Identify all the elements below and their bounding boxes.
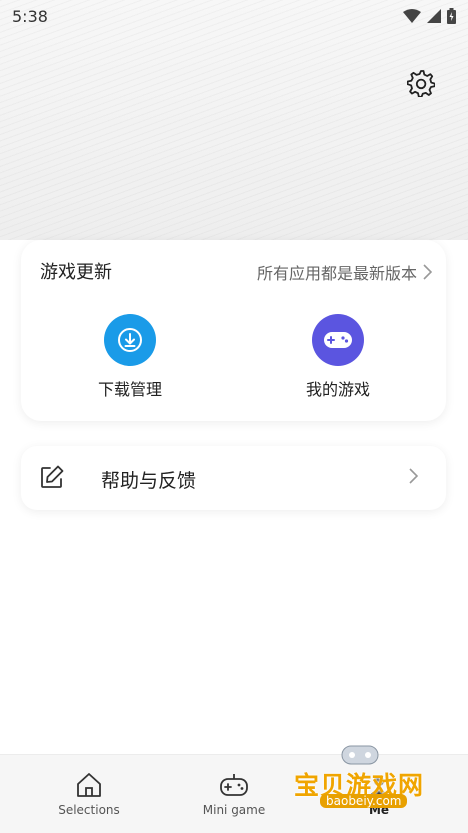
help-feedback-label: 帮助与反馈 xyxy=(101,470,197,492)
my-games-icon-circle xyxy=(312,314,364,366)
download-icon-circle xyxy=(104,314,156,366)
status-icons xyxy=(403,8,456,24)
home-icon xyxy=(77,773,101,797)
watermark-logo: 宝贝游戏网 baobeiy.com xyxy=(292,742,442,828)
battery-icon xyxy=(447,8,456,24)
settings-button[interactable] xyxy=(404,66,438,100)
game-update-card: 游戏更新 所有应用都是最新版本 下载管理 我的游戏 xyxy=(21,240,446,421)
download-manager-label: 下载管理 xyxy=(97,380,162,399)
nav-selections[interactable]: Selections xyxy=(39,771,139,817)
gear-icon xyxy=(407,70,435,97)
nav-mini-game[interactable]: Mini game xyxy=(184,771,284,817)
update-status-text: 所有应用都是最新版本 xyxy=(256,264,417,283)
download-icon xyxy=(118,328,142,352)
chevron-right-icon xyxy=(409,468,419,488)
status-time: 5:38 xyxy=(12,6,48,26)
watermark-url: baobeiy.com xyxy=(320,794,408,808)
my-games-label: 我的游戏 xyxy=(305,380,370,399)
status-bar: 5:38 xyxy=(0,0,468,32)
my-games-button[interactable]: 我的游戏 xyxy=(278,314,398,400)
header-background xyxy=(0,0,468,240)
download-manager-button[interactable]: 下载管理 xyxy=(70,314,190,400)
gamepad-icon xyxy=(324,332,352,348)
nav-selections-label: Selections xyxy=(58,803,120,817)
watermark-gamepad-icon xyxy=(341,745,379,765)
game-update-title: 游戏更新 xyxy=(40,262,112,283)
update-status-link[interactable]: 所有应用都是最新版本 xyxy=(257,260,432,284)
help-feedback-row[interactable]: 帮助与反馈 xyxy=(21,446,446,510)
wifi-icon xyxy=(403,9,421,23)
signal-icon xyxy=(427,9,441,23)
edit-icon xyxy=(40,465,64,493)
gamepad-icon xyxy=(220,774,248,796)
nav-mini-game-label: Mini game xyxy=(202,803,266,817)
chevron-right-icon xyxy=(423,264,432,280)
